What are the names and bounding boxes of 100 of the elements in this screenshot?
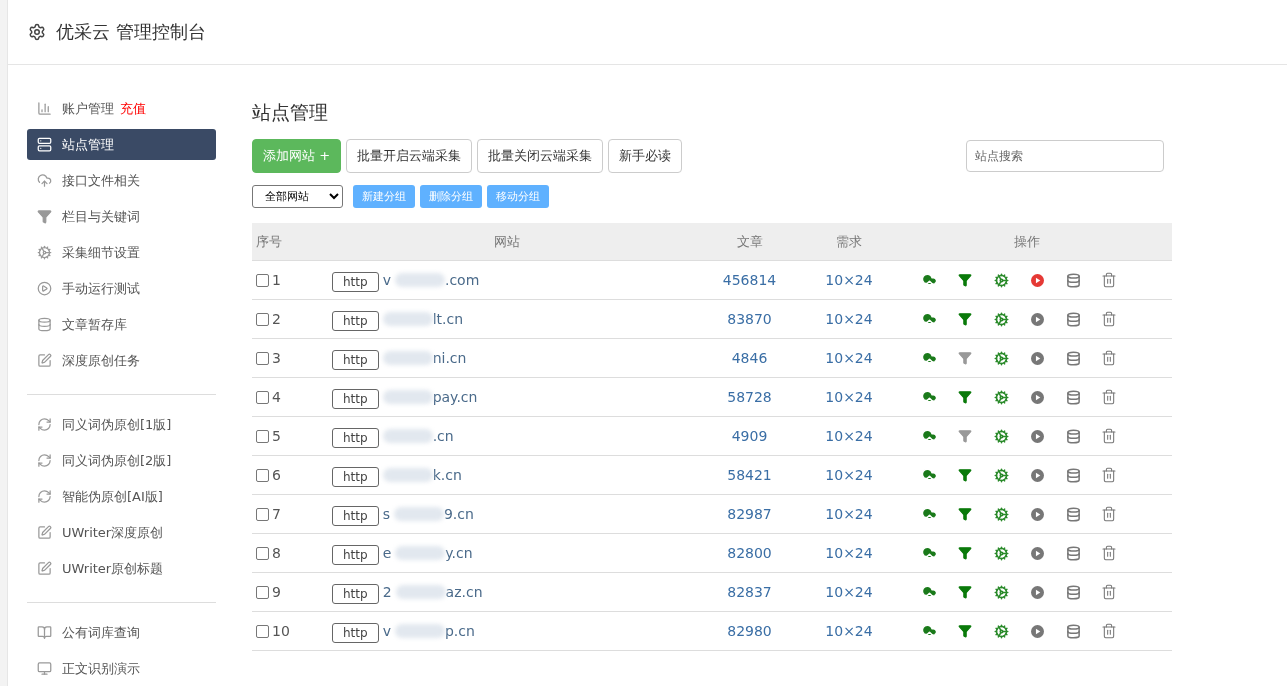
filter-icon[interactable] — [958, 624, 972, 638]
gears-icon[interactable] — [993, 311, 1009, 327]
play-icon[interactable] — [1030, 624, 1044, 638]
gears-icon[interactable] — [993, 428, 1009, 444]
trash-icon[interactable] — [1101, 428, 1117, 444]
filter-icon[interactable] — [958, 312, 972, 326]
protocol-tag[interactable]: http — [332, 584, 379, 604]
row-checkbox[interactable] — [256, 273, 269, 287]
domain-text: e — [382, 545, 392, 561]
blurred-domain — [382, 351, 433, 365]
database-icon[interactable] — [1065, 350, 1081, 366]
gears-icon[interactable] — [993, 545, 1009, 561]
play-icon[interactable] — [1030, 390, 1044, 404]
row-checkbox[interactable] — [256, 312, 269, 326]
sidebar-item[interactable]: 站点管理 — [27, 129, 216, 160]
row-checkbox[interactable] — [256, 468, 269, 482]
trash-icon[interactable] — [1101, 623, 1117, 639]
trash-icon[interactable] — [1101, 389, 1117, 405]
trash-icon[interactable] — [1101, 272, 1117, 288]
database-icon[interactable] — [1065, 428, 1081, 444]
filter-icon[interactable] — [958, 429, 972, 443]
trash-icon[interactable] — [1101, 584, 1117, 600]
domain-text: pay.cn — [432, 389, 478, 405]
column-header: 操作 — [1013, 232, 1040, 251]
protocol-tag[interactable]: http — [332, 311, 379, 331]
play-icon[interactable] — [1030, 351, 1044, 365]
play-icon[interactable] — [1030, 546, 1044, 560]
play-icon[interactable] — [1030, 507, 1044, 521]
filter-icon[interactable] — [958, 546, 972, 560]
protocol-tag[interactable]: http — [332, 545, 379, 565]
trash-icon[interactable] — [1101, 506, 1117, 522]
recharge-link[interactable]: 充值 — [120, 99, 146, 118]
row-checkbox[interactable] — [256, 585, 269, 599]
trash-icon[interactable] — [1101, 545, 1117, 561]
play-icon[interactable] — [1030, 585, 1044, 599]
database-icon[interactable] — [1065, 389, 1081, 405]
protocol-tag[interactable]: http — [332, 350, 379, 370]
sidebar-item[interactable]: UWriter原创标题 — [27, 553, 216, 584]
toolbar-button[interactable]: 新手必读 — [608, 139, 683, 173]
gears-icon[interactable] — [993, 350, 1009, 366]
trash-icon[interactable] — [1101, 467, 1117, 483]
filter-icon[interactable] — [958, 468, 972, 482]
row-checkbox[interactable] — [256, 546, 269, 560]
play-icon[interactable] — [1030, 468, 1044, 482]
sidebar-item[interactable]: 同义词伪原创[2版] — [27, 445, 216, 476]
monitor-icon — [37, 661, 52, 676]
filter-icon[interactable] — [958, 507, 972, 521]
filter-icon[interactable] — [958, 351, 972, 365]
edit-icon — [37, 353, 52, 368]
domain-text: ni.cn — [432, 350, 467, 366]
toolbar-button[interactable]: 批量开启云端采集 — [346, 139, 473, 173]
database-icon[interactable] — [1065, 272, 1081, 288]
gears-icon[interactable] — [993, 467, 1009, 483]
gears-icon[interactable] — [993, 584, 1009, 600]
protocol-tag[interactable]: http — [332, 467, 379, 487]
sidebar-item[interactable]: 栏目与关键词 — [27, 201, 216, 232]
gears-icon[interactable] — [993, 623, 1009, 639]
filter-icon[interactable] — [958, 390, 972, 404]
protocol-tag[interactable]: http — [332, 506, 379, 526]
protocol-tag[interactable]: http — [332, 389, 379, 409]
row-checkbox[interactable] — [256, 429, 269, 443]
row-checkbox[interactable] — [256, 624, 269, 638]
search-field[interactable]: 站点搜索 — [966, 140, 1164, 172]
row-checkbox[interactable] — [256, 507, 269, 521]
protocol-tag[interactable]: http — [332, 272, 379, 292]
play-icon[interactable] — [1030, 312, 1044, 326]
database-icon[interactable] — [1065, 584, 1081, 600]
play-icon[interactable] — [1030, 429, 1044, 443]
sidebar-item[interactable]: UWriter深度原创 — [27, 517, 216, 548]
sidebar-item[interactable]: 同义词伪原创[1版] — [27, 409, 216, 440]
database-icon[interactable] — [1065, 467, 1081, 483]
filter-icon[interactable] — [958, 585, 972, 599]
sidebar-item[interactable]: 公有词库查询 — [27, 617, 216, 648]
toolbar-button[interactable]: 批量关闭云端采集 — [477, 139, 604, 173]
database-icon[interactable] — [1065, 623, 1081, 639]
play-icon[interactable] — [1030, 273, 1044, 287]
row-checkbox[interactable] — [256, 390, 269, 404]
demand-value: 10×24 — [825, 389, 873, 405]
trash-icon[interactable] — [1101, 350, 1117, 366]
sidebar-item[interactable]: 正文识别演示 — [27, 653, 216, 684]
sidebar-item[interactable]: 接口文件相关 — [27, 165, 216, 196]
protocol-tag[interactable]: http — [332, 428, 379, 448]
sidebar-item[interactable]: 采集细节设置 — [27, 237, 216, 268]
sidebar-item-label: 接口文件相关 — [62, 171, 140, 190]
row-checkbox[interactable] — [256, 351, 269, 365]
sidebar-item[interactable]: 深度原创任务 — [27, 345, 216, 376]
sidebar-item[interactable]: 文章暂存库 — [27, 309, 216, 340]
sidebar-item[interactable]: 账户管理 充值 — [27, 93, 216, 124]
gears-icon[interactable] — [993, 389, 1009, 405]
sidebar-item[interactable]: 智能伪原创[AI版] — [27, 481, 216, 512]
protocol-tag[interactable]: http — [332, 623, 379, 643]
gears-icon[interactable] — [993, 506, 1009, 522]
database-icon[interactable] — [1065, 311, 1081, 327]
database-icon[interactable] — [1065, 506, 1081, 522]
gears-icon[interactable] — [993, 272, 1009, 288]
sidebar-item[interactable]: 手动运行测试 — [27, 273, 216, 304]
trash-icon[interactable] — [1101, 311, 1117, 327]
filter-icon[interactable] — [958, 273, 972, 287]
database-icon[interactable] — [1065, 545, 1081, 561]
group-select[interactable]: 全部网站 — [252, 185, 343, 208]
